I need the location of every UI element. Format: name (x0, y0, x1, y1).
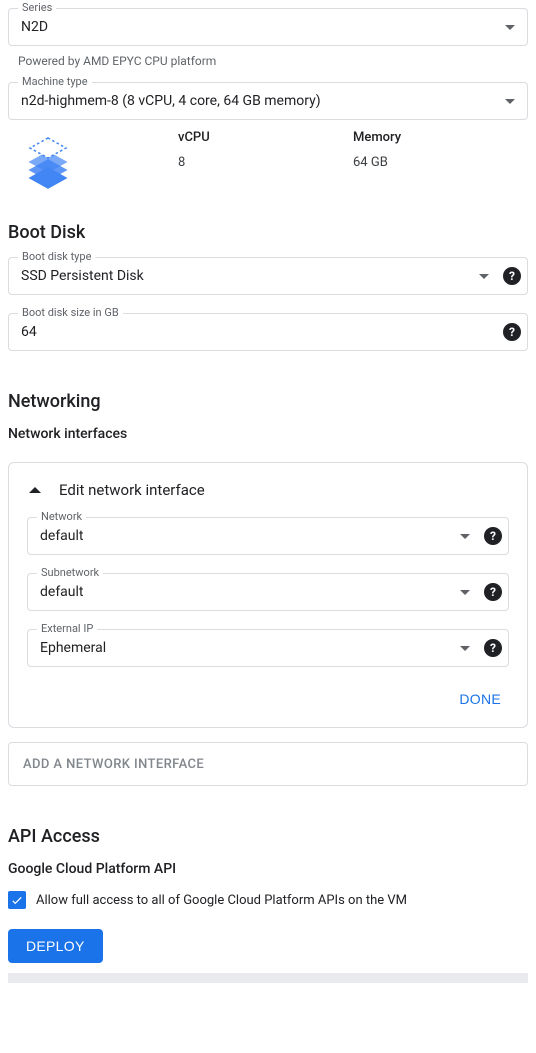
machine-specs: vCPU 8 Memory 64 GB (8, 130, 528, 190)
network-interfaces-label: Network interfaces (8, 426, 528, 442)
help-icon[interactable]: ? (484, 583, 502, 601)
cpu-stack-icon (8, 130, 88, 190)
scrollbar-placeholder (8, 973, 528, 983)
network-value: default (40, 528, 84, 544)
boot-disk-title: Boot Disk (8, 222, 528, 243)
boot-disk-type-value: SSD Persistent Disk (21, 268, 144, 284)
add-network-interface-label: ADD A NETWORK INTERFACE (23, 757, 204, 772)
help-icon[interactable]: ? (484, 527, 502, 545)
add-network-interface-button[interactable]: ADD A NETWORK INTERFACE (8, 742, 528, 786)
help-icon[interactable]: ? (503, 323, 521, 341)
memory-value: 64 GB (353, 155, 528, 170)
external-ip-label: External IP (37, 622, 97, 635)
edit-network-interface-title: Edit network interface (59, 481, 205, 499)
series-label: Series (18, 1, 56, 14)
network-label: Network (37, 510, 86, 523)
vcpu-header: vCPU (178, 130, 353, 145)
series-subtext: Powered by AMD EPYC CPU platform (18, 54, 528, 68)
help-icon[interactable]: ? (503, 267, 521, 285)
chevron-down-icon (460, 534, 470, 539)
memory-header: Memory (353, 130, 528, 145)
api-access-title: API Access (8, 826, 528, 847)
network-field[interactable]: Network default ? (27, 517, 509, 555)
chevron-down-icon (479, 274, 489, 279)
machine-type-field[interactable]: Machine type n2d-highmem-8 (8 vCPU, 4 co… (8, 82, 528, 120)
checkbox-checked-icon[interactable] (8, 891, 26, 909)
api-full-access-row[interactable]: Allow full access to all of Google Cloud… (8, 891, 528, 909)
external-ip-field[interactable]: External IP Ephemeral ? (27, 629, 509, 667)
panel-header[interactable]: Edit network interface (27, 481, 509, 499)
help-icon[interactable]: ? (484, 639, 502, 657)
boot-disk-size-label: Boot disk size in GB (18, 306, 123, 319)
machine-type-label: Machine type (18, 75, 92, 88)
boot-disk-size-value: 64 (21, 324, 37, 340)
external-ip-value: Ephemeral (40, 640, 106, 656)
boot-disk-size-field[interactable]: Boot disk size in GB 64 ? (8, 313, 528, 351)
subnetwork-field[interactable]: Subnetwork default ? (27, 573, 509, 611)
api-subtitle: Google Cloud Platform API (8, 861, 528, 877)
series-value: N2D (21, 19, 48, 35)
api-checkbox-label: Allow full access to all of Google Cloud… (36, 893, 407, 908)
subnetwork-value: default (40, 584, 84, 600)
chevron-down-icon (460, 646, 470, 651)
boot-disk-type-field[interactable]: Boot disk type SSD Persistent Disk ? (8, 257, 528, 295)
vcpu-value: 8 (178, 155, 353, 170)
subnetwork-label: Subnetwork (37, 566, 103, 579)
chevron-down-icon (460, 590, 470, 595)
network-interface-panel: Edit network interface Network default ?… (8, 462, 528, 728)
chevron-down-icon (505, 25, 515, 30)
deploy-button[interactable]: DEPLOY (8, 929, 103, 963)
networking-title: Networking (8, 391, 528, 412)
series-field[interactable]: Series N2D (8, 8, 528, 46)
machine-type-value: n2d-highmem-8 (8 vCPU, 4 core, 64 GB mem… (21, 93, 321, 109)
chevron-up-icon (29, 487, 41, 493)
boot-disk-type-label: Boot disk type (18, 250, 95, 263)
done-button[interactable]: DONE (451, 685, 509, 713)
chevron-down-icon (505, 99, 515, 104)
